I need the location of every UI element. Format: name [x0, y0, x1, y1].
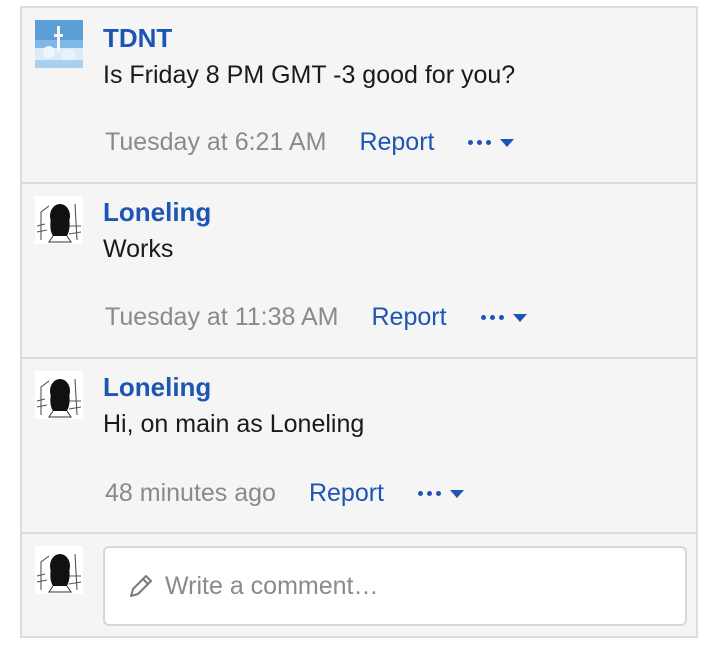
chevron-down-icon: [500, 138, 515, 147]
comment-timestamp[interactable]: 48 minutes ago: [105, 479, 276, 508]
comment-item: Loneling Hi, on main as Loneling 48 minu…: [22, 359, 696, 532]
avatar[interactable]: [35, 546, 83, 594]
comment-timestamp[interactable]: Tuesday at 6:21 AM: [105, 128, 326, 157]
comment-item: Loneling Works Tuesday at 11:38 AM Repor…: [22, 184, 696, 357]
comment-author[interactable]: Loneling: [103, 372, 211, 403]
more-dots-icon: [418, 491, 441, 496]
comment-text: Hi, on main as Loneling: [103, 410, 365, 438]
more-options-button[interactable]: [468, 138, 515, 147]
chevron-down-icon: [450, 489, 464, 498]
comment-meta: Tuesday at 11:38 AM Report: [105, 303, 527, 332]
pencil-icon: [130, 575, 152, 597]
comment-text: Works: [103, 235, 174, 263]
comment-divider: [22, 532, 696, 534]
comment-thread: TDNT Is Friday 8 PM GMT -3 good for you?…: [20, 6, 698, 638]
avatar[interactable]: [35, 20, 83, 68]
more-dots-icon: [468, 140, 492, 145]
more-options-button[interactable]: [418, 489, 464, 498]
chevron-down-icon: [512, 313, 527, 322]
comment-meta: 48 minutes ago Report: [105, 479, 464, 508]
report-link[interactable]: Report: [309, 479, 384, 508]
report-link[interactable]: Report: [371, 303, 446, 332]
report-link[interactable]: Report: [359, 128, 434, 157]
comment-author[interactable]: TDNT: [103, 23, 172, 54]
more-options-button[interactable]: [480, 313, 527, 322]
comment-meta: Tuesday at 6:21 AM Report: [105, 128, 515, 157]
comment-item: TDNT Is Friday 8 PM GMT -3 good for you?…: [22, 8, 696, 182]
comment-input[interactable]: Write a comment…: [103, 546, 687, 626]
more-dots-icon: [480, 315, 504, 320]
avatar[interactable]: [35, 371, 83, 419]
comment-input-placeholder: Write a comment…: [165, 571, 379, 600]
comment-timestamp[interactable]: Tuesday at 11:38 AM: [105, 303, 338, 332]
comment-text: Is Friday 8 PM GMT -3 good for you?: [103, 61, 516, 89]
comment-author[interactable]: Loneling: [103, 197, 211, 228]
avatar[interactable]: [35, 196, 83, 244]
